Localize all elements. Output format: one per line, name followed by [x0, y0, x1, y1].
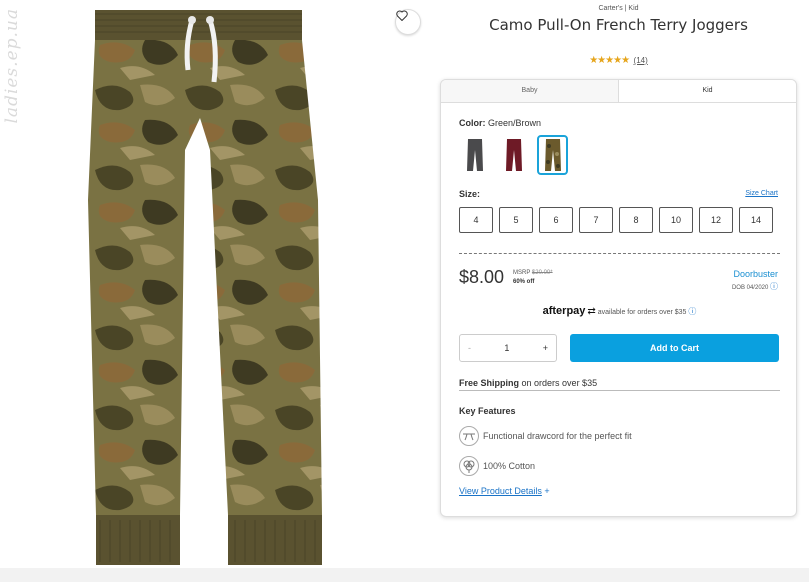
rating: ★★★★★ (14)	[440, 55, 797, 66]
tab-baby[interactable]: Baby	[441, 80, 618, 102]
tab-kid[interactable]: Kid	[618, 80, 796, 102]
bottom-strip	[0, 568, 809, 582]
afterpay-text: available for orders over $35	[597, 309, 687, 316]
camo-pants-icon	[544, 139, 561, 171]
review-count-link[interactable]: (14)	[634, 56, 648, 65]
cotton-glyph	[463, 460, 475, 473]
info-icon[interactable]: ⓘ	[770, 282, 778, 291]
product-page: ladies.ep.ua Carter's | Kid Camo Pull-On…	[0, 0, 809, 582]
view-product-details-link[interactable]: View Product Details +	[459, 486, 550, 496]
feature-text-drawcord: Functional drawcord for the perfect fit	[483, 431, 632, 441]
shipping-note: Free Shipping on orders over $35	[459, 378, 597, 388]
afterpay-logo: afterpay	[542, 305, 586, 317]
shipping-bold: Free Shipping	[459, 378, 520, 388]
size-chart-link[interactable]: Size Chart	[745, 190, 778, 197]
grey-pants-icon	[466, 139, 483, 171]
star-rating-icon: ★★★★★	[589, 55, 630, 66]
color-value: Green/Brown	[488, 118, 542, 128]
drawcord-icon	[459, 426, 479, 446]
swatch-green-brown[interactable]	[537, 135, 568, 175]
details-link-label: View Product Details	[459, 486, 542, 496]
price: $8.00	[459, 267, 505, 287]
size-option-6[interactable]: 6	[539, 207, 573, 233]
size-label: Size:	[459, 189, 481, 199]
msrp-block: MSRP $20.00* 60% off	[513, 269, 553, 287]
quantity-increment-button[interactable]: +	[543, 343, 548, 353]
joggers-illustration	[88, 10, 322, 565]
watermark: ladies.ep.ua	[2, 8, 22, 124]
size-option-10[interactable]: 10	[659, 207, 693, 233]
product-image: ladies.ep.ua	[0, 0, 426, 568]
divider	[459, 253, 780, 254]
plus-icon: +	[544, 486, 550, 496]
burgundy-pants-icon	[505, 139, 522, 171]
size-options: 4 5 6 7 8 10 12 14	[459, 207, 773, 233]
size-option-5[interactable]: 5	[499, 207, 533, 233]
brand-label: Carter's | Kid	[598, 5, 639, 12]
quantity-stepper: - 1 +	[459, 334, 557, 362]
age-tabs: Baby Kid	[441, 80, 796, 103]
afterpay-row: afterpay ⇄ available for orders over $35…	[441, 305, 796, 317]
dob-text: DOB 04/2020	[731, 285, 769, 291]
feature-item-cotton: 100% Cotton	[459, 456, 535, 476]
color-label: Color:	[459, 118, 486, 128]
favorite-button[interactable]	[395, 9, 421, 35]
add-to-cart-button[interactable]: Add to Cart	[570, 334, 779, 362]
purchase-card: Baby Kid Color: Green/Brown Size: Size C…	[440, 79, 797, 517]
color-swatches	[459, 135, 568, 175]
msrp-value: $20.00*	[531, 270, 553, 276]
heart-icon	[396, 10, 408, 21]
discount-label: 60% off	[513, 279, 535, 285]
cotton-icon	[459, 456, 479, 476]
swatch-burgundy[interactable]	[498, 135, 529, 175]
color-row: Color: Green/Brown	[459, 118, 541, 128]
afterpay-info-icon[interactable]: ⓘ	[688, 307, 696, 316]
product-title: Camo Pull-On French Terry Joggers	[489, 16, 748, 34]
size-option-8[interactable]: 8	[619, 207, 653, 233]
afterpay-arrows-icon: ⇄	[587, 306, 596, 317]
drawcord-glyph	[463, 433, 475, 441]
shipping-rest: on orders over $35	[521, 378, 598, 388]
feature-item-drawcord: Functional drawcord for the perfect fit	[459, 426, 632, 446]
size-option-14[interactable]: 14	[739, 207, 773, 233]
dob-label: DOB 04/2020 ⓘ	[732, 281, 778, 292]
doorbuster-badge: Doorbuster	[733, 269, 778, 279]
size-option-4[interactable]: 4	[459, 207, 493, 233]
swatch-grey[interactable]	[459, 135, 490, 175]
size-option-7[interactable]: 7	[579, 207, 613, 233]
msrp-label: MSRP	[513, 270, 531, 276]
feature-text-cotton: 100% Cotton	[483, 461, 536, 471]
key-features-title: Key Features	[459, 406, 516, 416]
quantity-input[interactable]: 1	[504, 343, 509, 353]
size-option-12[interactable]: 12	[699, 207, 733, 233]
shipping-divider	[459, 390, 780, 391]
quantity-decrement-button[interactable]: -	[468, 343, 471, 353]
